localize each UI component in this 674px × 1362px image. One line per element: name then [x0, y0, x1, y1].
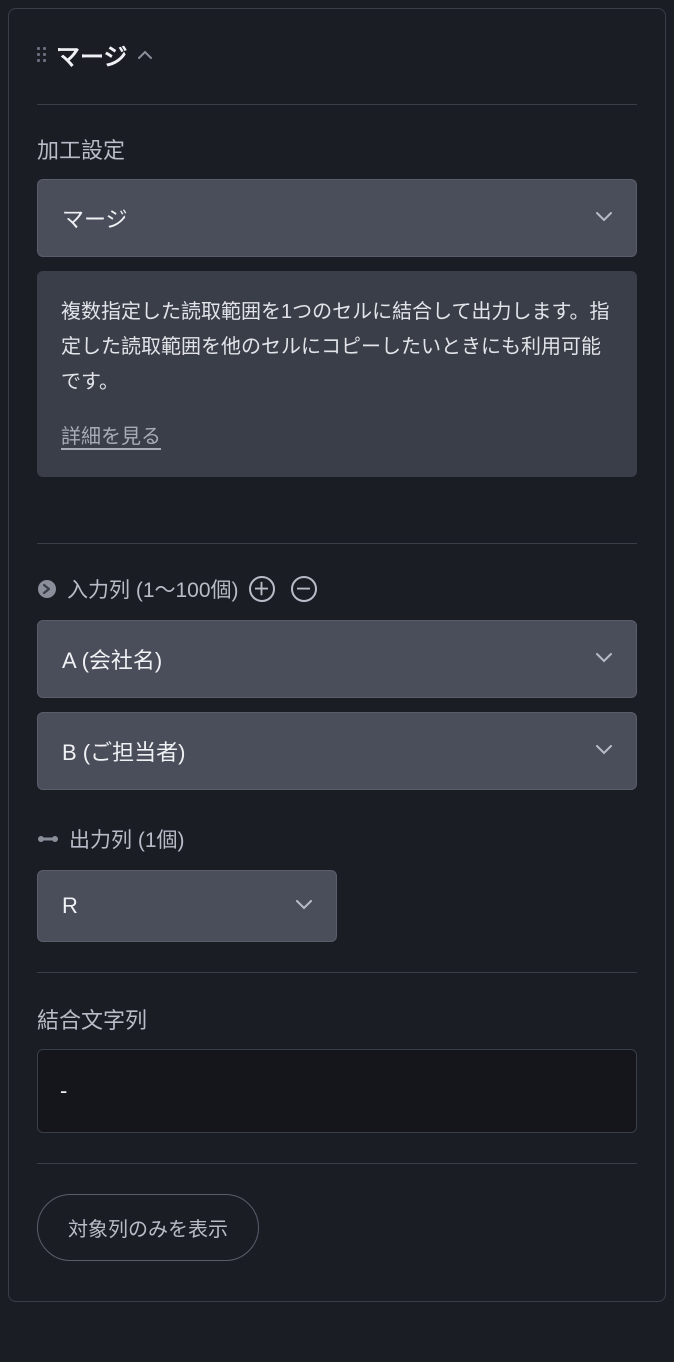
detail-link[interactable]: 詳細を見る — [61, 426, 161, 448]
processing-description-text: 複数指定した読取範囲を1つのセルに結合して出力します。指定した読取範囲を他のセル… — [61, 295, 613, 400]
input-columns-label: 入力列 (1〜100個) — [67, 574, 239, 604]
join-string-input[interactable] — [37, 1049, 637, 1133]
chevron-up-icon[interactable] — [138, 47, 152, 63]
drag-handle-icon[interactable] — [37, 47, 46, 62]
divider — [37, 1163, 637, 1164]
input-column-select-1[interactable]: B (ご担当者) — [37, 712, 637, 790]
processing-type-value: マージ — [62, 202, 128, 234]
output-column-value: R — [62, 893, 78, 919]
chevron-down-icon — [596, 209, 612, 227]
divider — [37, 543, 637, 544]
input-column-value: B (ご担当者) — [62, 735, 185, 767]
merge-config-panel: マージ 加工設定 マージ 複数指定した読取範囲を1つのセルに結合して出力します。… — [8, 8, 666, 1302]
input-columns-header: 入力列 (1〜100個) ＋ － — [37, 574, 637, 604]
add-input-column-button[interactable]: ＋ — [249, 576, 275, 602]
arrow-right-circle-icon — [37, 579, 57, 599]
input-column-select-0[interactable]: A (会社名) — [37, 620, 637, 698]
output-column-select[interactable]: R — [37, 870, 337, 942]
chevron-down-icon — [596, 650, 612, 668]
chevron-down-icon — [296, 897, 312, 915]
show-target-columns-only-button[interactable]: 対象列のみを表示 — [37, 1194, 259, 1261]
input-column-value: A (会社名) — [62, 643, 162, 675]
output-columns-header: 出力列 (1個) — [37, 824, 637, 854]
join-string-label: 結合文字列 — [37, 1003, 637, 1035]
panel-title: マージ — [56, 37, 128, 72]
output-columns-label: 出力列 (1個) — [69, 824, 185, 854]
divider — [37, 972, 637, 973]
chevron-down-icon — [596, 742, 612, 760]
processing-type-select[interactable]: マージ — [37, 179, 637, 257]
processing-description-box: 複数指定した読取範囲を1つのセルに結合して出力します。指定した読取範囲を他のセル… — [37, 271, 637, 477]
remove-input-column-button[interactable]: － — [291, 576, 317, 602]
panel-header[interactable]: マージ — [37, 37, 637, 105]
processing-settings-label: 加工設定 — [37, 133, 637, 165]
output-icon — [37, 833, 59, 845]
